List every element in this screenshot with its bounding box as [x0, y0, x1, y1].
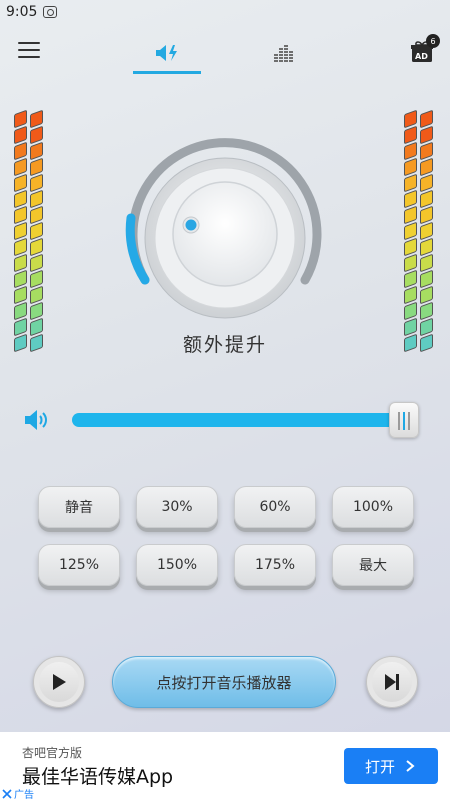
boost-label: 额外提升 [182, 334, 267, 356]
ad-banner[interactable]: 杏吧官方版 最佳华语传媒App 打开 广告 [0, 732, 450, 800]
volume-slider-thumb[interactable] [389, 402, 419, 438]
level-meter-right-col-2 [420, 109, 434, 353]
preset-mute-button[interactable]: 静音 [38, 486, 120, 528]
ad-open-button[interactable]: 打开 [344, 748, 438, 784]
status-bar: 9:05 [0, 0, 450, 24]
next-track-button[interactable] [366, 656, 418, 708]
ad-open-label: 打开 [364, 757, 395, 776]
play-button[interactable] [33, 656, 85, 708]
volume-slider-fill [72, 413, 404, 427]
level-meter-right-col-1 [404, 109, 418, 353]
knob-indicator-dot [185, 219, 197, 231]
preset-60-button[interactable]: 60% [234, 486, 316, 528]
preset-150-button[interactable]: 150% [136, 544, 218, 586]
speaker-icon [25, 410, 47, 430]
preset-175-button[interactable]: 175% [234, 544, 316, 586]
skip-next-icon [385, 674, 399, 690]
ad-title: 最佳华语传媒App [22, 766, 174, 788]
chevron-right-icon [406, 760, 415, 772]
volume-speaker-button[interactable] [24, 408, 50, 432]
close-icon [2, 788, 12, 799]
ad-source: 杏吧官方版 [22, 746, 83, 760]
preset-30-button[interactable]: 30% [136, 486, 218, 528]
volume-slider[interactable] [72, 402, 432, 438]
boost-knob[interactable] [115, 130, 335, 350]
notification-icon [43, 6, 58, 18]
tab-equalizer[interactable] [250, 34, 318, 74]
level-meter-left-col-2 [30, 109, 44, 353]
status-time: 9:05 [6, 4, 38, 20]
equalizer-icon [274, 45, 293, 62]
preset-max-button[interactable]: 最大 [332, 544, 414, 586]
preset-100-button[interactable]: 100% [332, 486, 414, 528]
gift-badge: 6 [426, 34, 440, 48]
level-meter-left-col-1 [14, 109, 28, 353]
boost-knob-graphic [125, 138, 322, 319]
ad-tag-label: 广告 [14, 790, 34, 800]
ad-tag[interactable]: 广告 [2, 786, 34, 800]
gift-ad-button[interactable]: AD 6 [410, 34, 440, 64]
top-bar: AD 6 [0, 24, 450, 80]
preset-125-button[interactable]: 125% [38, 544, 120, 586]
volume-presets: 静音 30% 60% 100% 125% 150% 175% 最大 [38, 486, 414, 586]
play-icon [53, 674, 66, 690]
speaker-boost-icon [156, 44, 177, 61]
menu-button[interactable] [18, 42, 40, 60]
tab-volume-boost[interactable] [133, 34, 201, 74]
open-music-player-button[interactable]: 点按打开音乐播放器 [112, 656, 336, 708]
gift-ad-label: AD [415, 52, 428, 61]
